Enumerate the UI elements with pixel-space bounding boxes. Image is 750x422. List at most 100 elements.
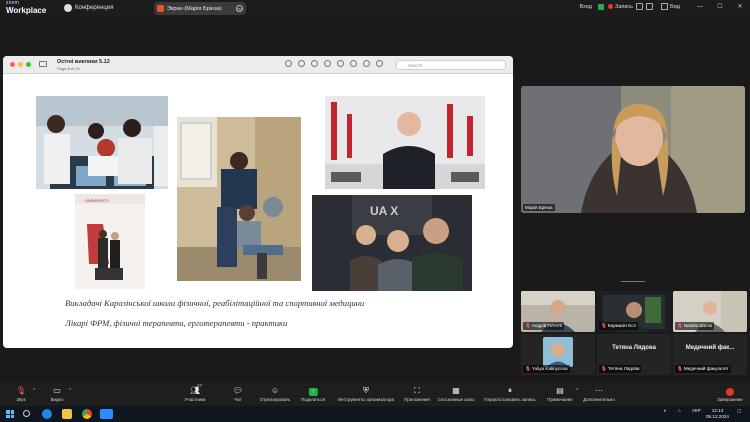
share-app-icon: [157, 5, 164, 12]
participant-tile[interactable]: 🎙︎Yuliya Kalinycova: [521, 334, 595, 375]
participant-tile[interactable]: 🎙︎Natalie Шелю: [673, 291, 747, 332]
participant-tile[interactable]: 🎙︎Андрій ПАЧУК: [521, 291, 595, 332]
security-shield-icon[interactable]: [598, 3, 604, 10]
notes-button[interactable]: ▤ Примечание: [547, 386, 572, 402]
host-tools-label: Инструменты организатора: [338, 397, 394, 402]
camera-icon: ▭: [53, 386, 61, 395]
end-button[interactable]: Завершение: [717, 396, 743, 402]
sidebar-toggle-icon[interactable]: [39, 61, 47, 67]
info-icon[interactable]: [285, 60, 292, 67]
participant-tile[interactable]: Тетяна Лядова 🎙︎Тетяна Лядова: [597, 334, 671, 375]
language-indicator[interactable]: УКР: [692, 408, 701, 413]
minimize-icon[interactable]: —: [690, 4, 710, 10]
notifications-icon[interactable]: ▢: [737, 408, 741, 414]
chat-button[interactable]: 💬︎ Чат: [233, 386, 243, 402]
fullscreen-icon[interactable]: [376, 60, 383, 67]
participant-name: 🎙︎Кармазін Есл: [599, 322, 639, 330]
shared-screen: Осiтнi виклики 5.12 Page 8 of 15 Search: [3, 56, 513, 348]
minimize-traffic-icon[interactable]: [18, 62, 23, 67]
taskbar-clock[interactable]: 12:14 05.12.2024: [706, 408, 729, 420]
rotate-icon[interactable]: [350, 60, 357, 67]
search-icon[interactable]: [23, 410, 30, 417]
pause-record-icon[interactable]: [636, 3, 644, 10]
notes-caret-icon[interactable]: ^: [576, 388, 578, 394]
edge-browser-icon[interactable]: [42, 409, 52, 419]
participants-button[interactable]: 👥︎ 27 Участники: [184, 383, 206, 402]
more-icon[interactable]: •••: [236, 5, 243, 12]
mic-muted-icon: 🎙︎: [525, 366, 531, 371]
mic-muted-icon: 🎙︎: [601, 323, 607, 328]
markup-icon[interactable]: [337, 60, 344, 67]
conference-menu[interactable]: Конференция: [64, 4, 113, 12]
participant-tile[interactable]: Медичний фак... 🎙︎Медичний факультет: [673, 334, 747, 375]
speaker-name: Марія Брінза: [523, 204, 555, 211]
gallery-next-icon[interactable]: ›: [740, 327, 742, 334]
zoom-taskbar-icon[interactable]: [100, 409, 113, 419]
breakout-label: Сессионные залы: [437, 397, 475, 402]
document-page: Page 8 of 15: [57, 66, 80, 71]
svg-text:UNIVERSITY: UNIVERSITY: [85, 198, 109, 203]
audio-caret-icon[interactable]: ^: [33, 388, 35, 394]
react-button[interactable]: ☺ Отреагировать: [260, 386, 291, 402]
zoom-in-icon[interactable]: [311, 60, 318, 67]
share-screen-icon: ↑: [301, 386, 325, 396]
record-label[interactable]: Запись: [615, 4, 633, 10]
paw-icon: [64, 4, 72, 12]
host-tools-button[interactable]: ⛨ Инструменты организатора: [338, 386, 394, 402]
share-screen-pill[interactable]: Экран (Марія Брінза) •••: [154, 2, 246, 15]
more-label: Дополнительно: [583, 397, 615, 402]
participant-name: 🎙︎Yuliya Kalinycova: [523, 365, 570, 373]
audio-label: Звук: [16, 397, 26, 402]
react-label: Отреагировать: [259, 397, 291, 402]
view-label[interactable]: Вид: [670, 4, 680, 10]
preview-titlebar: Осiтнi виклики 5.12 Page 8 of 15 Search: [3, 56, 513, 74]
shield-icon: ⛨: [362, 386, 369, 395]
chat-label: Чат: [234, 397, 242, 402]
view-grid-icon[interactable]: [661, 3, 669, 10]
stop-record-icon[interactable]: [646, 3, 654, 10]
share-icon[interactable]: [324, 60, 331, 67]
zoom-traffic-icon[interactable]: [26, 62, 31, 67]
more-button[interactable]: ⋯ Дополнительно: [583, 386, 615, 402]
gallery-separator[interactable]: [621, 281, 645, 282]
participants-label: Участники: [184, 397, 206, 402]
video-caret-icon[interactable]: ^: [69, 388, 71, 394]
search-input[interactable]: Search: [396, 60, 506, 70]
apps-button[interactable]: ⛶ Приложения: [404, 386, 430, 402]
close-traffic-icon[interactable]: [10, 62, 15, 67]
volume-icon[interactable]: 🔈︎: [664, 408, 667, 413]
smile-icon: ☺: [270, 386, 280, 395]
speaker-video[interactable]: Марія Брінза: [521, 86, 745, 213]
explorer-folder-icon[interactable]: [62, 409, 72, 419]
chrome-icon[interactable]: [82, 409, 92, 419]
participants-count: 27: [197, 383, 203, 388]
apps-icon: ⛶: [414, 386, 420, 395]
breakout-button[interactable]: ▦ Сессионные залы: [438, 386, 475, 402]
annotate-icon[interactable]: [363, 60, 370, 67]
preview-tools: [285, 60, 383, 67]
topbar-right: Вход Запись Вид — ☐ ✕: [580, 3, 750, 10]
end-icon[interactable]: [726, 388, 734, 396]
photo-doctor-portrait: [325, 96, 485, 189]
zoom-out-icon[interactable]: [298, 60, 305, 67]
share-button[interactable]: ↑ Поделиться: [301, 386, 325, 402]
participant-big-name: Тетяна Лядова: [612, 345, 656, 351]
participant-name: 🎙︎Natalie Шелю: [675, 322, 715, 330]
enter-label[interactable]: Вход: [580, 4, 592, 10]
participant-tile[interactable]: 🎙︎Кармазін Есл: [597, 291, 671, 332]
photo-group-selfie: UA X: [312, 195, 472, 291]
video-label: Видео: [50, 397, 64, 402]
pause-share-button[interactable]: ⏸ Пауза/остановить запись: [484, 386, 535, 402]
close-icon[interactable]: ✕: [730, 3, 750, 10]
maximize-icon[interactable]: ☐: [710, 3, 730, 10]
photo-team-screens: [36, 96, 168, 189]
photo-therapy-session: [177, 117, 301, 281]
windows-start-icon[interactable]: [6, 410, 14, 418]
network-icon[interactable]: ⌂: [678, 408, 681, 413]
slide-caption-1: Викладачі Каразінської школи фізичної, р…: [65, 298, 365, 308]
mic-muted-icon: 🎙︎: [525, 323, 531, 328]
meeting-toolbar: 🎙︎ Звук ^ ▭ Видео ^ 👥︎ 27 Участники 💬︎ Ч…: [0, 381, 750, 406]
audio-button[interactable]: 🎙︎ Звук: [16, 386, 26, 402]
video-button[interactable]: ▭ Видео: [51, 386, 64, 402]
document-title[interactable]: Осiтнi виклики 5.12: [57, 59, 110, 65]
